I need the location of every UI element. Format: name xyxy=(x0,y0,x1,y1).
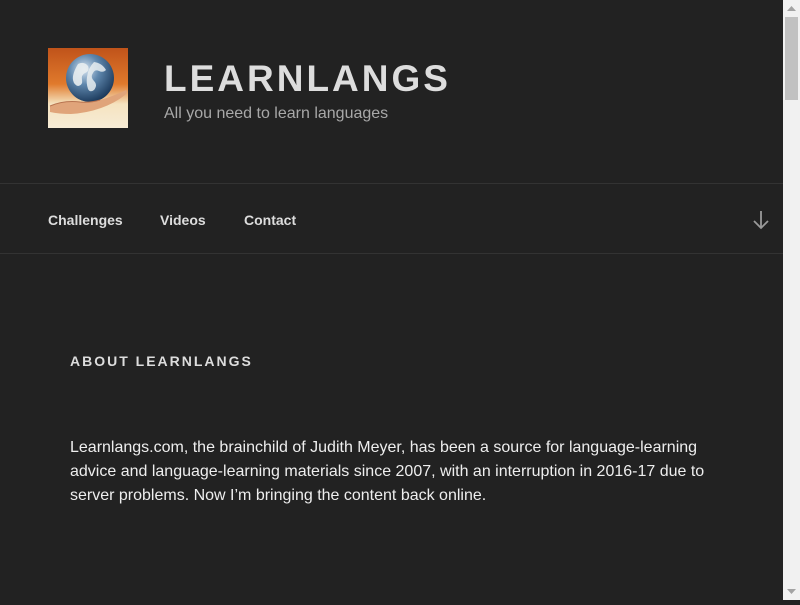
site-logo[interactable] xyxy=(48,48,128,128)
nav-item-contact[interactable]: Contact xyxy=(244,211,296,229)
arrow-down-icon xyxy=(753,211,769,230)
page: LEARNLANGS All you need to learn languag… xyxy=(0,0,783,600)
site-tagline: All you need to learn languages xyxy=(164,105,389,122)
scroll-down-button[interactable] xyxy=(751,208,771,232)
scrollbar-thumb[interactable] xyxy=(785,17,798,100)
globe-in-hand-icon xyxy=(48,48,128,128)
scroll-down-arrow-icon[interactable] xyxy=(783,583,800,600)
scroll-up-arrow-icon[interactable] xyxy=(783,0,800,17)
nav-item-videos[interactable]: Videos xyxy=(160,211,206,229)
vertical-scrollbar[interactable] xyxy=(783,0,800,600)
site-title[interactable]: LEARNLANGS xyxy=(164,57,451,101)
site-header: LEARNLANGS All you need to learn languag… xyxy=(0,0,783,183)
main-navigation: Challenges Videos Contact xyxy=(0,183,783,254)
section-heading: ABOUT LEARNLANGS xyxy=(70,353,253,369)
nav-item-challenges[interactable]: Challenges xyxy=(48,211,123,229)
about-paragraph: Learnlangs.com, the brainchild of Judith… xyxy=(70,439,705,504)
